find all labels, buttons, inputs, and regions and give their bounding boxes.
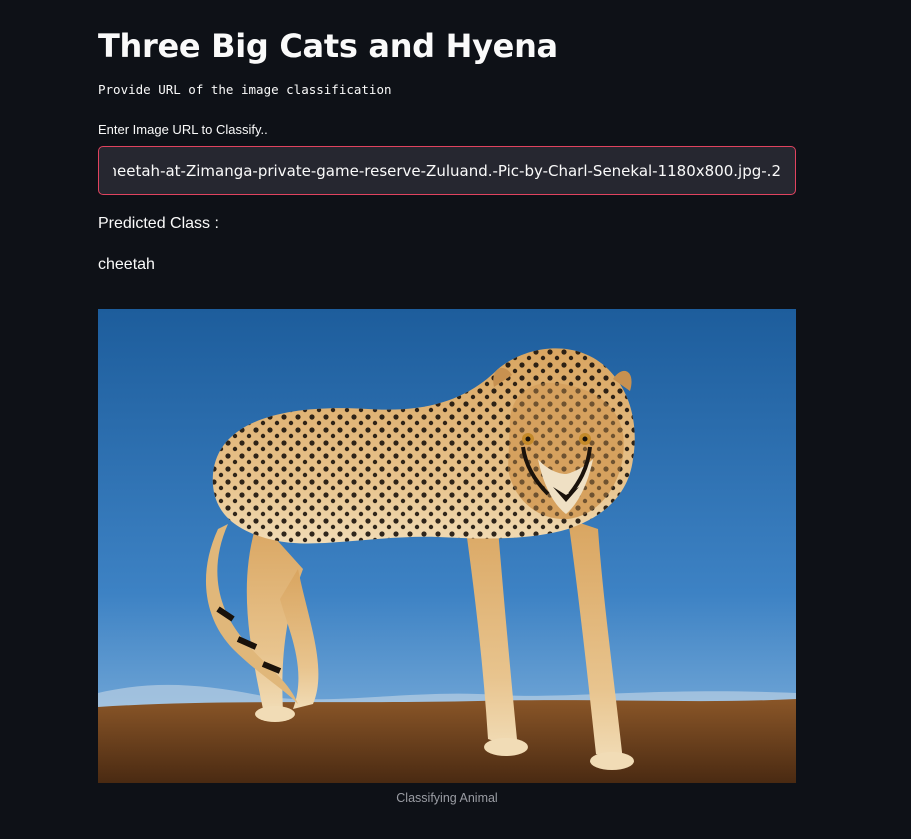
url-input-label: Enter Image URL to Classify.. xyxy=(98,122,268,137)
predicted-class-label: Predicted Class : xyxy=(98,215,219,232)
image-caption: Classifying Animal xyxy=(396,791,498,805)
cheetah-photo xyxy=(98,309,796,783)
classified-image xyxy=(98,309,796,783)
subtitle-text: Provide URL of the image classification xyxy=(98,82,392,97)
image-url-input[interactable] xyxy=(99,147,795,194)
predicted-class-value: cheetah xyxy=(98,256,155,273)
page-title: Three Big Cats and Hyena xyxy=(98,27,558,65)
url-input-container xyxy=(98,146,796,195)
